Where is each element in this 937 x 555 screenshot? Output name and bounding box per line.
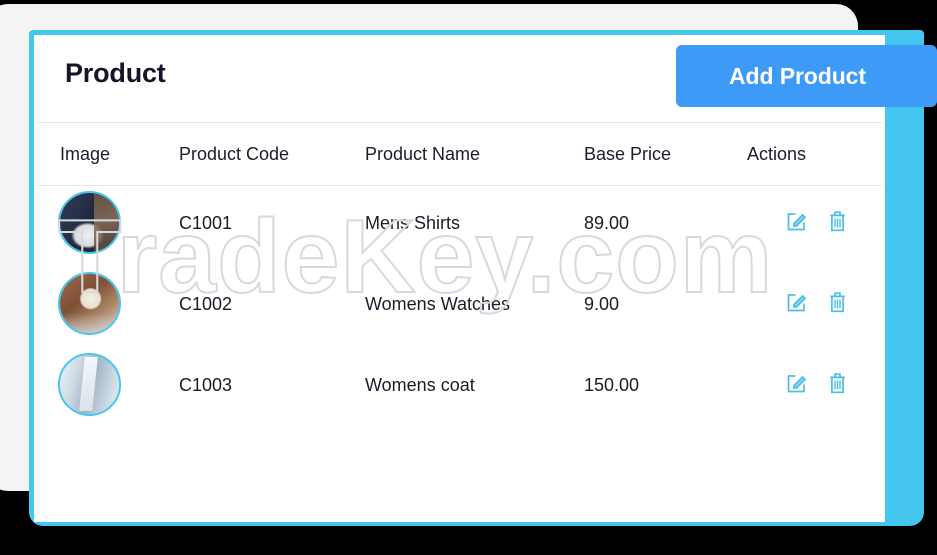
add-product-button[interactable]: Add Product: [676, 45, 937, 107]
table-header-row: Image Product Code Product Name Base Pri…: [34, 122, 885, 185]
row-actions: [786, 290, 850, 314]
cell-base-price: 89.00: [584, 213, 630, 233]
table-row[interactable]: C1002 Womens Watches 9.00: [34, 266, 885, 347]
cell-base-price: 9.00: [584, 294, 620, 314]
edit-icon[interactable]: [786, 209, 808, 233]
mens-shirt-image: [60, 193, 119, 252]
page-title: Product: [65, 58, 166, 88]
womens-watch-image: [60, 274, 119, 333]
column-header-actions: Actions: [747, 144, 807, 164]
cell-product-name: Womens Watches: [365, 294, 511, 314]
product-image-thumbnail: [58, 272, 121, 335]
column-header-image: Image: [60, 144, 111, 164]
row-actions: [786, 371, 850, 395]
edit-icon[interactable]: [786, 290, 808, 314]
column-header-price: Base Price: [584, 144, 672, 164]
table-row[interactable]: C1001 Mens Shirts 89.00: [34, 185, 885, 266]
trash-icon[interactable]: [828, 209, 850, 233]
column-header-code: Product Code: [179, 144, 290, 164]
product-image-thumbnail: [58, 353, 121, 416]
cell-base-price: 150.00: [584, 375, 640, 395]
column-header-name: Product Name: [365, 144, 481, 164]
edit-icon[interactable]: [786, 371, 808, 395]
cell-product-code: C1003: [179, 375, 233, 395]
cell-product-code: C1002: [179, 294, 233, 314]
trash-icon[interactable]: [828, 290, 850, 314]
table-body: C1001 Mens Shirts 89.00 C1002 Womens Wat…: [34, 185, 885, 428]
cell-product-name: Womens coat: [365, 375, 475, 395]
screenshot-stage: Product Image Product Code Product Name …: [0, 0, 937, 555]
cell-product-name: Mens Shirts: [365, 213, 461, 233]
cell-product-code: C1001: [179, 213, 233, 233]
product-table: Image Product Code Product Name Base Pri…: [34, 122, 885, 522]
table-row[interactable]: C1003 Womens coat 150.00: [34, 347, 885, 428]
womens-coat-image: [60, 355, 119, 414]
product-card: Product Image Product Code Product Name …: [34, 35, 885, 522]
product-image-thumbnail: [58, 191, 121, 254]
row-actions: [786, 209, 850, 233]
trash-icon[interactable]: [828, 371, 850, 395]
